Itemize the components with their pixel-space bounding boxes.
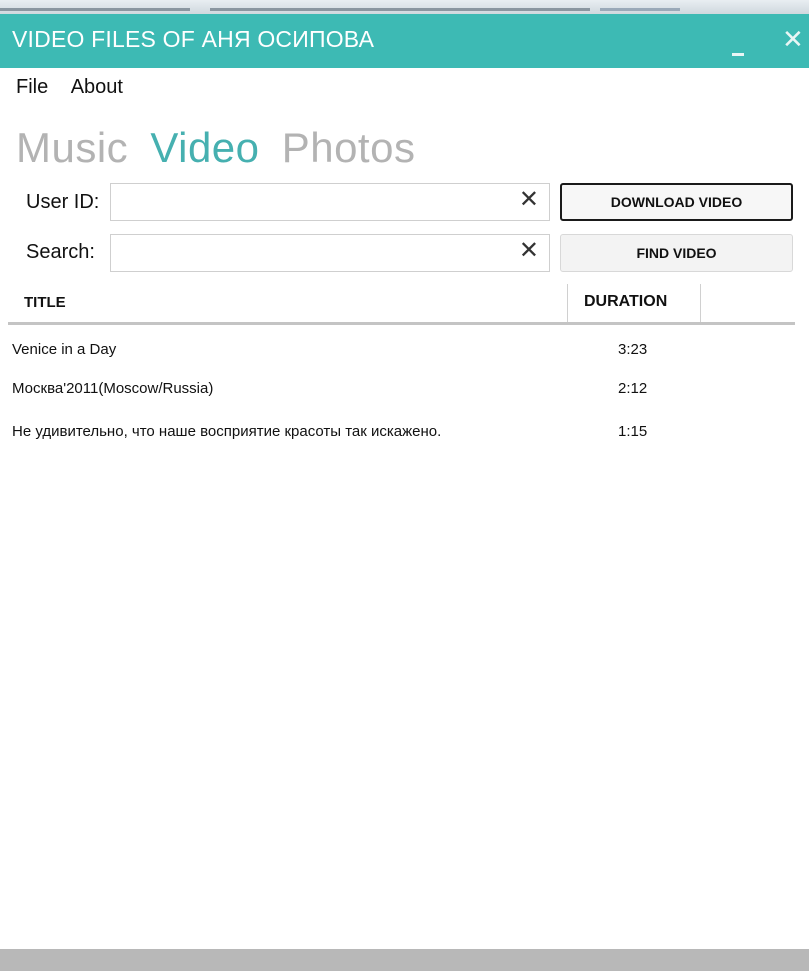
user-id-label: User ID: xyxy=(26,191,100,213)
background-strip-mark xyxy=(210,8,590,11)
video-duration: 3:23 xyxy=(618,341,648,358)
column-header-title[interactable]: TITLE xyxy=(24,294,66,311)
column-divider[interactable] xyxy=(567,284,568,324)
video-title: Venice in a Day xyxy=(12,341,117,358)
background-strip-mark xyxy=(600,8,680,11)
media-tabs: Music Video Photos xyxy=(16,124,425,172)
tab-video[interactable]: Video xyxy=(150,124,259,171)
video-duration: 1:15 xyxy=(618,423,648,440)
tab-photos[interactable]: Photos xyxy=(282,124,416,171)
download-video-button[interactable]: DOWNLOAD VIDEO xyxy=(560,183,793,221)
close-button[interactable]: ✕ xyxy=(782,26,804,52)
menu-bar: File About xyxy=(16,76,141,99)
search-field: ✕ xyxy=(110,234,550,272)
column-header-duration[interactable]: DURATION xyxy=(584,293,667,311)
table-row[interactable]: Москва'2011(Moscow/Russia) 2:12 xyxy=(12,374,792,404)
user-id-field: ✕ xyxy=(110,183,550,221)
table-header: TITLE DURATION xyxy=(8,284,795,325)
user-id-input[interactable] xyxy=(117,190,511,216)
clear-icon[interactable]: ✕ xyxy=(519,188,539,212)
search-label: Search: xyxy=(26,241,95,263)
video-title: Москва'2011(Moscow/Russia) xyxy=(12,380,214,397)
menu-about[interactable]: About xyxy=(71,76,123,98)
tab-music[interactable]: Music xyxy=(16,124,128,171)
clear-icon[interactable]: ✕ xyxy=(519,239,539,263)
background-strip-mark xyxy=(0,8,190,11)
header-divider xyxy=(8,322,795,325)
minimize-button[interactable] xyxy=(732,53,744,56)
background-strip xyxy=(0,0,809,14)
table-row[interactable]: Не удивительно, что наше восприятие крас… xyxy=(12,417,792,447)
column-divider[interactable] xyxy=(700,284,701,324)
video-duration: 2:12 xyxy=(618,380,648,397)
video-title: Не удивительно, что наше восприятие крас… xyxy=(12,423,442,440)
status-bar xyxy=(0,949,809,971)
search-input[interactable] xyxy=(117,241,511,267)
find-video-button[interactable]: FIND VIDEO xyxy=(560,234,793,272)
table-row[interactable]: Venice in a Day 3:23 xyxy=(12,335,792,365)
window-title: VIDEO FILES OF АНЯ ОСИПОВА xyxy=(12,26,375,52)
title-bar: VIDEO FILES OF АНЯ ОСИПОВА ✕ xyxy=(0,14,809,68)
menu-file[interactable]: File xyxy=(16,76,48,98)
